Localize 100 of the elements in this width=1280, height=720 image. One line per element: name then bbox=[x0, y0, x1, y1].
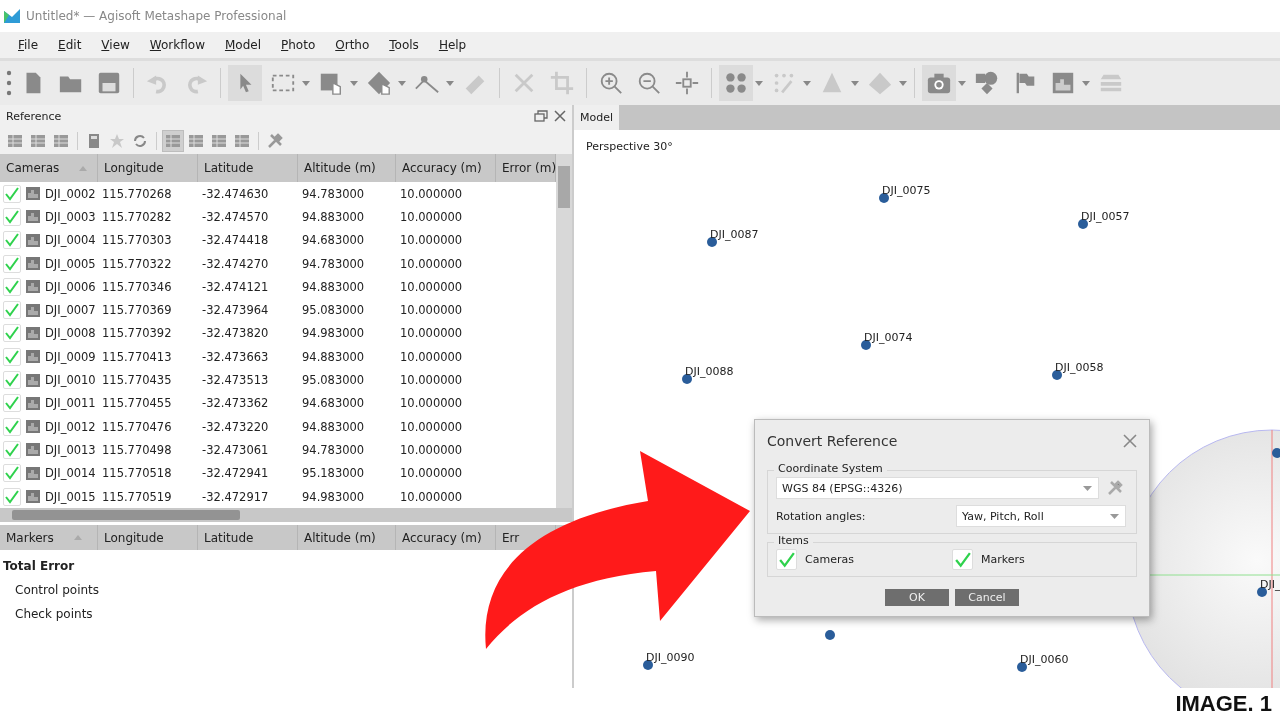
dialog-button[interactable]: OK bbox=[885, 589, 949, 606]
column-header[interactable]: Accuracy (m) bbox=[396, 154, 496, 182]
table-cell-text: -32.473362 bbox=[202, 396, 270, 411]
camera-checkbox[interactable] bbox=[3, 277, 21, 296]
marker-summary-row[interactable]: Control points bbox=[0, 578, 100, 602]
app-logo-icon bbox=[4, 9, 20, 23]
table-cell-text: 115.770455 bbox=[102, 396, 173, 411]
window-title: Untitled* — Agisoft Metashape Professional bbox=[26, 9, 287, 23]
camera-checkbox[interactable] bbox=[3, 394, 21, 413]
camera-label: DJI_0090 bbox=[646, 651, 695, 664]
table-cell-text: 115.770369 bbox=[102, 303, 173, 318]
column-header[interactable]: Latitude bbox=[198, 154, 298, 182]
camera-checkbox[interactable] bbox=[3, 254, 21, 273]
camera-point[interactable] bbox=[825, 630, 835, 640]
table-cell-text: 94.883000 bbox=[302, 279, 366, 294]
dialog-button[interactable]: Cancel bbox=[955, 589, 1019, 606]
dropdown-caret-icon[interactable] bbox=[958, 80, 966, 86]
camera-name: DJI_0005 bbox=[45, 256, 96, 271]
table-cell-text: 115.770518 bbox=[102, 466, 173, 481]
camera-checkbox[interactable] bbox=[3, 440, 21, 459]
column-header[interactable]: Longitude bbox=[98, 525, 198, 550]
image-caption: IMAGE. 1 bbox=[1175, 691, 1272, 717]
close-icon[interactable] bbox=[1123, 434, 1137, 448]
table-cell-text: 94.983000 bbox=[302, 489, 366, 504]
toolbar-grip-icon[interactable] bbox=[6, 69, 12, 97]
item-checkbox[interactable] bbox=[952, 549, 973, 570]
camera-checkbox[interactable] bbox=[3, 487, 21, 506]
column-header[interactable]: Latitude bbox=[198, 525, 298, 550]
close-icon[interactable] bbox=[554, 110, 566, 122]
table-cell-text: 115.770498 bbox=[102, 442, 173, 457]
table-cell-text: 94.683000 bbox=[302, 233, 366, 248]
dropdown-caret-icon[interactable] bbox=[398, 80, 406, 86]
camera-tool-button[interactable] bbox=[922, 65, 956, 101]
table-cell-text: 115.770392 bbox=[102, 326, 173, 341]
menu-item[interactable]: Ortho bbox=[327, 38, 378, 52]
rotation-angles-label: Rotation angles: bbox=[776, 509, 867, 523]
camera-checkbox[interactable] bbox=[3, 371, 21, 389]
star-icon bbox=[109, 132, 125, 149]
projection-label: Perspective 30° bbox=[586, 140, 673, 153]
column-header[interactable]: Altitude (m) bbox=[298, 525, 396, 550]
menu-item[interactable]: Help bbox=[430, 38, 475, 52]
camera-icon bbox=[53, 132, 69, 149]
item-checkbox[interactable] bbox=[776, 549, 797, 570]
menu-item[interactable]: Model bbox=[216, 38, 269, 52]
marker-summary-row[interactable]: Check points bbox=[0, 602, 93, 626]
camera-name: DJI_0003 bbox=[45, 209, 96, 224]
table-cell-text: -32.474630 bbox=[202, 186, 270, 201]
table-cell-text: -32.474418 bbox=[202, 233, 270, 248]
camera-name: DJI_0008 bbox=[45, 326, 96, 341]
dropdown-caret-icon[interactable] bbox=[446, 80, 454, 86]
table-cell-text: -32.473663 bbox=[202, 349, 270, 364]
zoom-out-icon bbox=[636, 70, 662, 96]
camera-checkbox[interactable] bbox=[3, 347, 21, 366]
grid-tool-button[interactable] bbox=[163, 130, 183, 151]
dropdown-caret-icon[interactable] bbox=[755, 80, 763, 86]
camera-checkbox[interactable] bbox=[3, 301, 21, 320]
menu-item[interactable]: Photo bbox=[273, 38, 324, 52]
marker-summary-row[interactable]: Total Error bbox=[0, 554, 75, 578]
panel-title: Reference bbox=[6, 109, 63, 123]
pointer-tool-button[interactable] bbox=[228, 65, 262, 101]
table-cell-text: -32.472941 bbox=[202, 466, 270, 481]
restore-icon[interactable] bbox=[534, 110, 548, 122]
coordinate-system-dropdown[interactable]: WGS 84 (EPSG::4326) bbox=[776, 477, 1099, 499]
menu-item[interactable]: Workflow bbox=[141, 38, 213, 52]
camera-name: DJI_0013 bbox=[45, 442, 96, 457]
column-header[interactable]: Cameras bbox=[0, 154, 98, 182]
photo-icon bbox=[26, 257, 40, 271]
camera-checkbox[interactable] bbox=[3, 207, 21, 226]
table-cell-text: 115.770346 bbox=[102, 279, 173, 294]
fit-icon bbox=[674, 70, 700, 96]
photo-icon bbox=[26, 466, 40, 480]
horizontal-scrollbar[interactable] bbox=[0, 508, 572, 522]
menu-item[interactable]: Tools bbox=[381, 38, 427, 52]
vertical-scrollbar[interactable] bbox=[556, 154, 572, 508]
points-tool-button[interactable] bbox=[719, 65, 753, 101]
dropdown-caret-icon[interactable] bbox=[350, 80, 358, 86]
camera-checkbox[interactable] bbox=[3, 464, 21, 483]
table-cell-text: -32.472917 bbox=[202, 489, 270, 504]
table-cell-text: 115.770303 bbox=[102, 233, 173, 248]
camera-checkbox[interactable] bbox=[3, 184, 21, 203]
menu-item[interactable]: Edit bbox=[50, 38, 90, 52]
dropdown-caret-icon[interactable] bbox=[302, 80, 310, 86]
table-cell-text: 10.000000 bbox=[400, 373, 464, 387]
column-header[interactable]: Accuracy (m) bbox=[396, 525, 496, 550]
column-header[interactable]: Markers bbox=[0, 525, 98, 550]
model-tab[interactable]: Model bbox=[574, 105, 620, 130]
column-header[interactable]: Altitude (m) bbox=[298, 154, 396, 182]
menu-item[interactable]: View bbox=[93, 38, 138, 52]
settings-icon[interactable] bbox=[1107, 480, 1123, 496]
zoom-in-icon bbox=[598, 70, 624, 96]
table-cell-text: -32.473820 bbox=[202, 326, 270, 341]
camera-name: DJI_0011 bbox=[45, 396, 96, 411]
column-header[interactable]: Longitude bbox=[98, 154, 198, 182]
rotation-angles-dropdown[interactable]: Yaw, Pitch, Roll bbox=[956, 505, 1126, 527]
menu-item[interactable]: File bbox=[10, 38, 47, 52]
dropdown-caret-icon[interactable] bbox=[1082, 80, 1090, 86]
camera-checkbox[interactable] bbox=[3, 231, 21, 250]
camera-checkbox[interactable] bbox=[3, 324, 21, 343]
camera-checkbox[interactable] bbox=[3, 417, 21, 436]
table-cell-text: -32.474121 bbox=[202, 279, 270, 294]
